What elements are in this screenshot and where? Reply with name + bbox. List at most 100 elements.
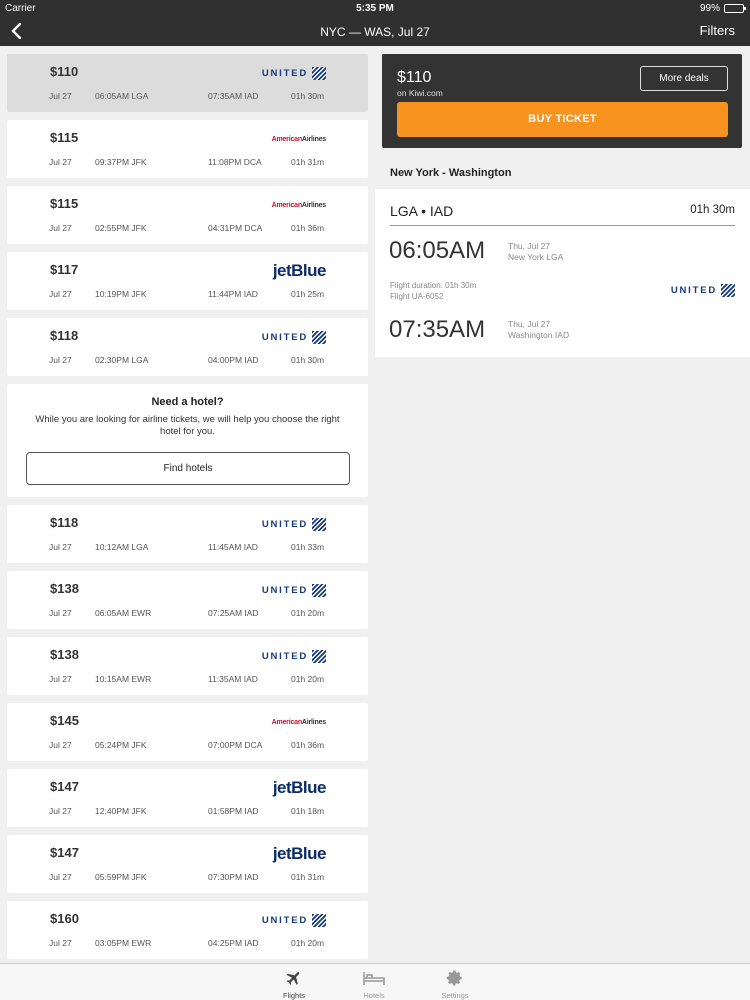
battery-indicator: 99% xyxy=(699,3,746,14)
departure-info: Thu, Jul 27 New York LGA xyxy=(508,241,563,263)
flight-price: $147 xyxy=(50,779,79,794)
arrival: 11:08PM DCA xyxy=(208,157,262,167)
flight-duration: Flight duration: 01h 30m xyxy=(390,281,477,290)
offer-source: on Kiwi.com xyxy=(397,88,443,98)
duration: 01h 31m xyxy=(291,157,325,167)
flight-price: $145 xyxy=(50,713,79,728)
flight-price: $115 xyxy=(50,196,79,211)
united-globe-icon xyxy=(312,913,326,927)
duration: 01h 36m xyxy=(291,223,325,233)
airline-name: UNITED xyxy=(261,650,308,662)
arrival-place: Washington IAD xyxy=(508,330,570,340)
jetblue-logo: jetBlue xyxy=(272,261,327,280)
route-heading: New York - Washington xyxy=(390,167,512,179)
flight-card[interactable]: $110 UNITED Jul 27 06:05AM LGA 07:35AM IAD 01… xyxy=(7,54,368,112)
jetblue-logo: jetBlue xyxy=(273,844,327,863)
arrival: 04:25PM IAD xyxy=(208,938,259,948)
bed-icon xyxy=(363,972,385,985)
american-airlines-logo: American Airlines xyxy=(271,713,327,731)
flight-info: Flight duration: 01h 30m Flight UA-6052 xyxy=(390,280,476,302)
flight-card[interactable]: $118 UNITED Jul 27 10:12AM LGA 11:45AM IAD 01… xyxy=(7,505,368,563)
buy-ticket-button[interactable]: BUY TICKET xyxy=(397,102,728,137)
flight-date: Jul 27 xyxy=(49,91,72,101)
departure: 02:30PM LGA xyxy=(95,355,149,365)
flight-price: $118 xyxy=(50,328,79,343)
american-airlines-logo: American Airlines xyxy=(271,196,327,214)
flight-date: Jul 27 xyxy=(49,223,72,233)
more-deals-button[interactable]: More deals xyxy=(640,66,728,91)
duration: 01h 33m xyxy=(291,542,325,552)
duration: 01h 20m xyxy=(291,938,325,948)
status-bar: Carrier 5:35 PM 99% xyxy=(0,0,750,16)
flight-date: Jul 27 xyxy=(49,157,72,167)
flight-date: Jul 27 xyxy=(49,674,72,684)
flight-price: $118 xyxy=(50,515,79,530)
flight-card[interactable]: $147 jetBlue Jul 27 12:40PM JFK 01:58PM IAD 0… xyxy=(7,769,368,827)
flight-card[interactable]: $138 UNITED Jul 27 06:05AM EWR 07:25AM IAD 01… xyxy=(7,571,368,629)
duration: 01h 20m xyxy=(291,674,325,684)
airline-name: American xyxy=(271,135,303,143)
united-logo: UNITED xyxy=(262,581,326,599)
find-hotels-button[interactable]: Find hotels xyxy=(26,452,350,485)
tab-hotels[interactable]: Hotels xyxy=(344,968,404,1000)
airline-name: jetBlue xyxy=(272,778,327,797)
american-airlines-logo: American Airlines xyxy=(271,130,327,148)
flight-card[interactable]: $138 UNITED Jul 27 10:15AM EWR 11:35AM IAD 01… xyxy=(7,637,368,695)
page-title: NYC — WAS, Jul 27 xyxy=(320,25,430,39)
top-bar: Carrier 5:35 PM 99% NYC — WAS, Jul 27 Fi… xyxy=(0,0,750,46)
airline-name: UNITED xyxy=(261,584,308,596)
offer-price: $110 xyxy=(397,69,432,86)
arrival-info: Thu, Jul 27 Washington IAD xyxy=(508,319,569,341)
airline-name-suffix: Airlines xyxy=(301,201,326,209)
airline-name: American xyxy=(271,201,303,209)
airline-name: American xyxy=(271,718,303,726)
flight-card[interactable]: $160 UNITED Jul 27 03:05PM EWR 04:25PM IAD 01… xyxy=(7,901,368,959)
flight-card[interactable]: $115 American Airlines Jul 27 02:55PM JFK 04:… xyxy=(7,186,368,244)
departure: 10:15AM EWR xyxy=(95,674,152,684)
flight-card[interactable]: $117 jetBlue Jul 27 10:19PM JFK 11:44PM IAD 0… xyxy=(7,252,368,310)
duration: 01h 25m xyxy=(291,289,325,299)
flight-price: $110 xyxy=(50,64,79,79)
united-logo: UNITED xyxy=(262,911,326,929)
flight-price: $160 xyxy=(50,911,79,926)
flight-price: $115 xyxy=(50,130,79,145)
airplane-icon xyxy=(286,972,300,985)
flight-date: Jul 27 xyxy=(49,355,72,365)
flight-price: $138 xyxy=(50,581,79,596)
divider xyxy=(390,225,735,226)
arrival: 01:58PM IAD xyxy=(208,806,259,816)
departure: 09:37PM JFK xyxy=(95,157,147,167)
airline-name: jetBlue xyxy=(272,261,327,280)
duration: 01h 36m xyxy=(291,740,325,750)
tab-settings[interactable]: Settings xyxy=(425,968,485,1000)
united-globe-icon xyxy=(312,330,326,344)
departure: 03:05PM EWR xyxy=(95,938,152,948)
tab-label: Hotels xyxy=(363,991,385,1000)
arrival-date: Thu, Jul 27 xyxy=(508,319,551,329)
flight-card[interactable]: $147 jetBlue Jul 27 05:59PM JFK 07:30PM IAD 0… xyxy=(7,835,368,893)
arrival: 11:45AM IAD xyxy=(208,542,258,552)
united-logo: UNITED xyxy=(262,328,326,346)
hotel-promo: Need a hotel? While you are looking for a… xyxy=(7,384,368,497)
flight-card[interactable]: $145 American Airlines Jul 27 05:24PM JFK 07:… xyxy=(7,703,368,761)
flight-card[interactable]: $115 American Airlines Jul 27 09:37PM JFK 11:… xyxy=(7,120,368,178)
departure: 02:55PM JFK xyxy=(95,223,147,233)
tab-flights[interactable]: Flights xyxy=(264,968,324,1000)
united-globe-icon xyxy=(312,649,326,663)
battery-icon xyxy=(724,4,746,13)
clock: 5:35 PM xyxy=(356,3,394,14)
airline-name-suffix: Airlines xyxy=(301,135,326,143)
departure-place: New York LGA xyxy=(508,252,564,262)
arrival: 07:30PM IAD xyxy=(208,872,259,882)
departure: 06:05AM LGA xyxy=(95,91,149,101)
flight-card[interactable]: $118 UNITED Jul 27 02:30PM LGA 04:00PM IAD 01… xyxy=(7,318,368,376)
filters-button[interactable]: Filters xyxy=(700,23,735,38)
flight-date: Jul 27 xyxy=(49,872,72,882)
nav-bar: NYC — WAS, Jul 27 Filters xyxy=(0,16,750,46)
united-globe-icon xyxy=(312,66,326,80)
arrival: 04:00PM IAD xyxy=(208,355,259,365)
battery-percent: 99% xyxy=(699,3,720,14)
total-duration: 01h 30m xyxy=(690,204,735,216)
arrival: 07:35AM IAD xyxy=(208,91,259,101)
united-logo: UNITED xyxy=(262,647,326,665)
